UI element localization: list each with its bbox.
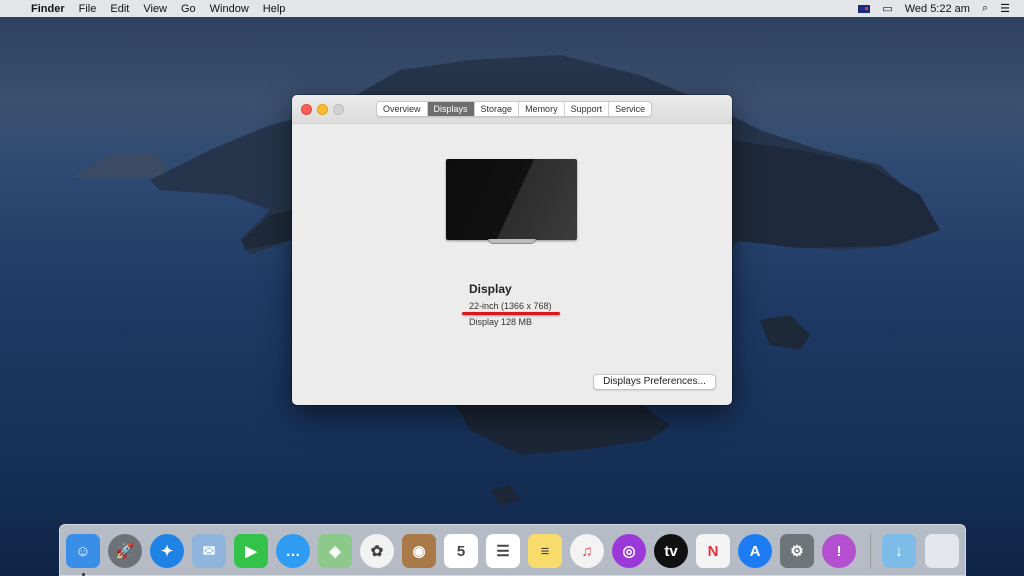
menu-file[interactable]: File bbox=[72, 3, 104, 15]
close-button[interactable] bbox=[301, 104, 312, 115]
tab-displays[interactable]: Displays bbox=[427, 102, 475, 116]
display-title: Display bbox=[469, 282, 512, 296]
dock-finder-icon[interactable]: ☺ bbox=[66, 534, 100, 568]
tab-support[interactable]: Support bbox=[565, 102, 610, 116]
display-memory: Display 128 MB bbox=[469, 317, 533, 327]
dock-system-preferences-icon[interactable]: ⚙ bbox=[780, 534, 814, 568]
tab-storage[interactable]: Storage bbox=[475, 102, 520, 116]
dock-tv-icon[interactable]: tv bbox=[654, 534, 688, 568]
dock-reminders-icon[interactable]: ☰ bbox=[486, 534, 520, 568]
menu-help[interactable]: Help bbox=[256, 3, 293, 15]
display-size: 22-inch (1366 x 768) bbox=[469, 301, 552, 311]
display-stand bbox=[488, 239, 536, 244]
red-underline-annotation bbox=[462, 312, 560, 315]
display-image bbox=[446, 159, 577, 240]
menu-app-name[interactable]: Finder bbox=[24, 3, 72, 15]
about-this-mac-window: Overview Displays Storage Memory Support… bbox=[292, 95, 732, 405]
menu-edit[interactable]: Edit bbox=[103, 3, 136, 15]
airplay-display-icon[interactable]: ▭ bbox=[882, 2, 892, 15]
dock-messages-icon[interactable]: … bbox=[276, 534, 310, 568]
displays-preferences-button[interactable]: Displays Preferences... bbox=[593, 374, 716, 390]
dock-app-store-icon[interactable]: A bbox=[738, 534, 772, 568]
tab-service[interactable]: Service bbox=[609, 102, 651, 116]
clock[interactable]: Wed 5:22 am bbox=[905, 3, 970, 15]
dock-mail-icon[interactable]: ✉ bbox=[192, 534, 226, 568]
tab-bar: Overview Displays Storage Memory Support… bbox=[376, 101, 653, 117]
notification-center-icon[interactable]: ☰ bbox=[1000, 2, 1010, 15]
dock-downloads-folder-icon[interactable]: ↓ bbox=[882, 534, 916, 568]
dock-contacts-icon[interactable]: ◉ bbox=[402, 534, 436, 568]
dock-music-icon[interactable]: ♫ bbox=[570, 534, 604, 568]
dock: ☺ 🚀 ✦ ✉ ▶… ◈ ✿ ◉ 5 ☰ ≡ ♫ ◎ tv N A ⚙! ↓ bbox=[59, 524, 966, 576]
dock-divider bbox=[870, 533, 871, 569]
menu-bar: Finder File Edit View Go Window Help ▭ W… bbox=[0, 0, 1024, 17]
menu-go[interactable]: Go bbox=[174, 3, 203, 15]
dock-notes-icon[interactable]: ≡ bbox=[528, 534, 562, 568]
dock-maps-icon[interactable]: ◈ bbox=[318, 534, 352, 568]
dock-feedback-assistant-icon[interactable]: ! bbox=[822, 534, 856, 568]
dock-news-icon[interactable]: N bbox=[696, 534, 730, 568]
spotlight-search-icon[interactable]: ⌕ bbox=[982, 2, 988, 15]
dock-launchpad-icon[interactable]: 🚀 bbox=[108, 534, 142, 568]
zoom-button-disabled bbox=[333, 104, 344, 115]
minimize-button[interactable] bbox=[317, 104, 328, 115]
dock-facetime-icon[interactable]: ▶ bbox=[234, 534, 268, 568]
tab-overview[interactable]: Overview bbox=[377, 102, 428, 116]
tab-memory[interactable]: Memory bbox=[519, 102, 565, 116]
input-source-flag-icon[interactable] bbox=[858, 4, 871, 13]
menu-window[interactable]: Window bbox=[203, 3, 256, 15]
menu-view[interactable]: View bbox=[136, 3, 174, 15]
dock-calendar-icon[interactable]: 5 bbox=[444, 534, 478, 568]
dock-photos-icon[interactable]: ✿ bbox=[360, 534, 394, 568]
dock-trash-icon[interactable] bbox=[925, 534, 959, 568]
dock-podcasts-icon[interactable]: ◎ bbox=[612, 534, 646, 568]
dock-safari-icon[interactable]: ✦ bbox=[150, 534, 184, 568]
title-bar: Overview Displays Storage Memory Support… bbox=[292, 95, 732, 124]
